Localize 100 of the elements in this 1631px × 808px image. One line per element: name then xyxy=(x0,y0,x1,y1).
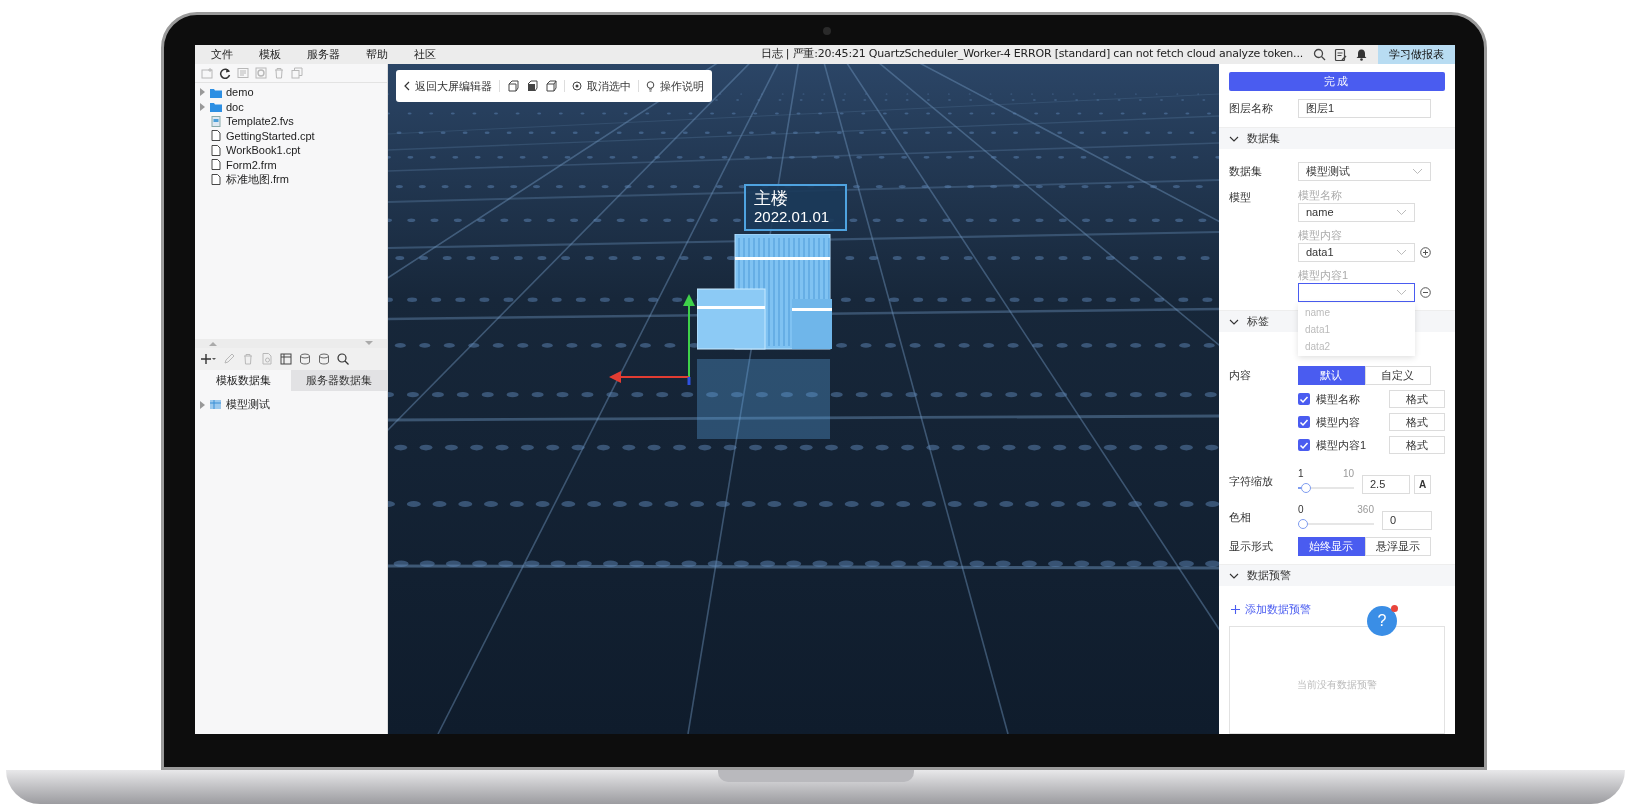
expand-caret-icon[interactable] xyxy=(199,102,205,111)
file-icon xyxy=(210,144,222,156)
checkbox-label: 模型内容1 xyxy=(1316,437,1368,453)
checkmark-icon xyxy=(1299,394,1309,404)
add-dropdown-icon[interactable] xyxy=(201,353,216,365)
layer-name-field[interactable]: 图层1 xyxy=(1298,99,1431,118)
section-header[interactable]: 数据预警 xyxy=(1219,564,1455,586)
field-label: 字符缩放 xyxy=(1229,473,1274,489)
field-label: 内容 xyxy=(1229,368,1252,384)
chevron-down-icon xyxy=(1396,249,1407,256)
formula-table-icon[interactable] xyxy=(280,353,292,365)
format-button[interactable]: 格式 xyxy=(1389,390,1445,408)
checkbox[interactable] xyxy=(1298,439,1310,451)
file-tree-item[interactable]: Template2.fvs xyxy=(226,113,294,130)
menu-item[interactable]: 模板 xyxy=(249,46,291,63)
select-field[interactable]: name xyxy=(1298,203,1415,222)
refresh-icon[interactable] xyxy=(219,67,231,79)
minus-circle-icon[interactable] xyxy=(1420,287,1431,298)
database-icon[interactable] xyxy=(318,353,330,365)
3d-scene-canvas[interactable]: 主楼 2022.01.01 返回大屏编辑器 取消选中 操作说明 xyxy=(388,64,1219,734)
slider-min-label: 1 xyxy=(1298,468,1304,480)
menu-item[interactable]: 社区 xyxy=(404,46,446,63)
log-message[interactable]: 日志 | 严重:20:45:21 QuartzScheduler_Worker-4 ERROR [standard] can not fetch cloud analyze token... xyxy=(760,46,1303,63)
bell-icon[interactable] xyxy=(1355,48,1368,61)
content-toggle[interactable]: 默认 xyxy=(1298,366,1365,385)
file-tree-item[interactable]: demo xyxy=(226,84,254,101)
deselect-button[interactable]: 取消选中 xyxy=(572,77,631,95)
dataset-icon xyxy=(210,399,221,410)
checkmark-icon xyxy=(1299,417,1309,427)
label-title: 主楼 xyxy=(754,189,789,208)
checkbox[interactable] xyxy=(1298,416,1310,428)
menu-item[interactable]: 服务器 xyxy=(297,46,350,63)
plus-icon xyxy=(1231,604,1240,614)
field-label: 数据集 xyxy=(1229,164,1263,180)
select-field[interactable] xyxy=(1298,283,1415,302)
file-icon xyxy=(210,173,222,185)
field-label: 色相 xyxy=(1229,509,1252,525)
chevron-down-icon xyxy=(1229,572,1239,579)
checkbox-label: 模型内容 xyxy=(1316,414,1361,430)
file-tree-item[interactable]: 标准地图.frm xyxy=(226,171,289,188)
field-label: 图层名称 xyxy=(1229,101,1274,117)
dataset-tree-item[interactable]: 模型测试 xyxy=(226,396,270,413)
cube-front-view-icon[interactable] xyxy=(507,80,519,92)
slider-track[interactable] xyxy=(1298,482,1354,494)
slider-track[interactable] xyxy=(1298,518,1374,530)
folder-icon xyxy=(210,101,222,113)
chevron-down-icon xyxy=(1396,289,1407,296)
lightbulb-icon xyxy=(646,80,655,92)
chevron-down-icon xyxy=(1412,168,1423,175)
database-icon[interactable] xyxy=(299,353,311,365)
file-tree-item[interactable]: WorkBook1.cpt xyxy=(226,142,301,159)
field-label: 模型 xyxy=(1229,190,1252,205)
display-mode-toggle[interactable]: 始终显示 xyxy=(1298,537,1365,556)
document-edit-icon[interactable] xyxy=(1334,48,1347,61)
number-field[interactable]: 2.5 xyxy=(1362,474,1410,494)
file-icon xyxy=(210,130,222,142)
dataset-tab[interactable]: 服务器数据集 xyxy=(291,370,387,391)
back-button[interactable]: 返回大屏编辑器 xyxy=(404,77,492,95)
field-label: 显示形式 xyxy=(1229,539,1274,555)
file-tree-item[interactable]: doc xyxy=(226,98,244,115)
folder-icon xyxy=(210,86,222,98)
checkbox[interactable] xyxy=(1298,393,1310,405)
search-icon[interactable] xyxy=(337,353,349,365)
cube-top-view-icon[interactable] xyxy=(545,80,557,92)
dashboard-file-icon xyxy=(210,115,222,127)
expand-caret-icon[interactable] xyxy=(199,400,205,409)
slider-thumb[interactable] xyxy=(1298,519,1308,529)
select-field[interactable]: data1 xyxy=(1298,243,1415,262)
number-field[interactable]: 0 xyxy=(1382,510,1432,530)
file-icon xyxy=(210,159,222,171)
slider-max-label: 10 xyxy=(1342,468,1354,480)
menu-item[interactable]: 帮助 xyxy=(356,46,398,63)
checkmark-icon xyxy=(1299,440,1309,450)
format-button[interactable]: 格式 xyxy=(1389,436,1445,454)
file-tree-item[interactable]: GettingStarted.cpt xyxy=(226,127,315,144)
label-date: 2022.01.01 xyxy=(754,208,831,226)
slider-thumb[interactable] xyxy=(1300,483,1311,493)
select-field[interactable]: 模型测试 xyxy=(1298,162,1431,181)
checkbox-label: 模型名称 xyxy=(1316,391,1361,407)
field-caption: 模型内容 xyxy=(1298,228,1343,243)
chevron-down-icon xyxy=(1229,135,1239,142)
learn-reports-button[interactable]: 学习做报表 xyxy=(1378,45,1455,64)
section-header[interactable]: 数据集 xyxy=(1219,127,1455,149)
display-mode-toggle[interactable]: 悬浮显示 xyxy=(1364,537,1431,556)
cube-side-view-icon[interactable] xyxy=(526,80,538,92)
menu-item[interactable]: 文件 xyxy=(201,46,243,63)
chevron-down-icon xyxy=(1229,318,1239,325)
search-icon[interactable] xyxy=(1313,48,1326,61)
format-button[interactable]: 格式 xyxy=(1389,413,1445,431)
field-caption: 模型内容1 xyxy=(1298,268,1350,283)
chevron-down-icon xyxy=(1396,209,1407,216)
webcam-icon xyxy=(823,27,831,35)
file-tree-item[interactable]: Form2.frm xyxy=(226,156,277,173)
content-toggle[interactable]: 自定义 xyxy=(1364,366,1431,385)
font-style-button[interactable]: A xyxy=(1414,474,1431,494)
expand-caret-icon[interactable] xyxy=(199,88,205,97)
plus-circle-icon[interactable] xyxy=(1420,247,1431,258)
done-button[interactable]: 完成 xyxy=(1229,72,1445,91)
field-caption: 模型名称 xyxy=(1298,188,1343,203)
instructions-button[interactable]: 操作说明 xyxy=(646,77,704,95)
